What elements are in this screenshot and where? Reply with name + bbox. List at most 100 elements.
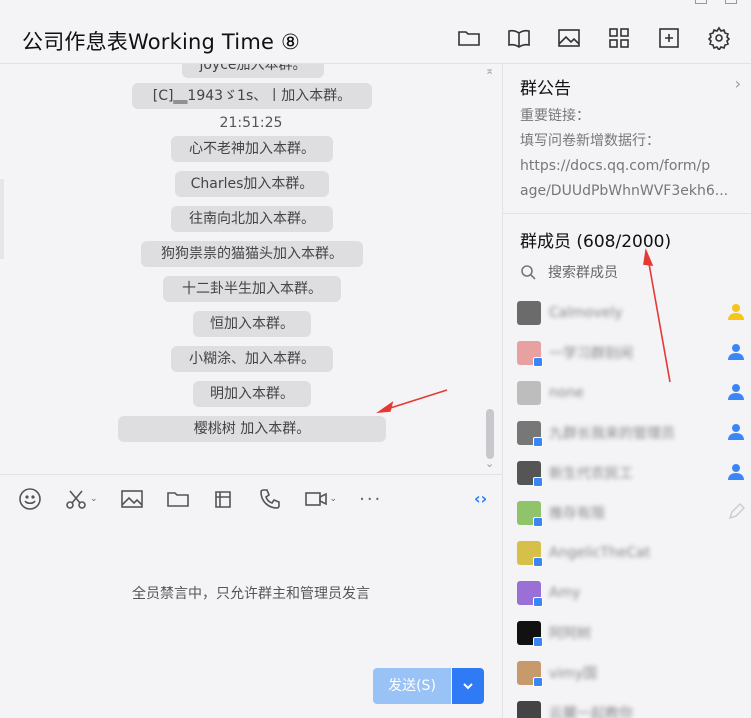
chevron-down-icon — [463, 683, 473, 690]
member-row[interactable]: vimy国 — [517, 660, 747, 687]
qq-group-chat-window: 公司作息表Working Time ⑧ joyce加入本群。 [C]‗‗1943… — [0, 0, 751, 718]
compose-area: ⌄ ⌄ ··· ‹› 全员禁言中，只允许群主和管理员发言 发送(S) — [0, 474, 502, 718]
system-message: 小糊涂、加入本群。 — [171, 346, 333, 372]
gear-icon[interactable] — [703, 24, 735, 52]
message-area[interactable]: joyce加入本群。 [C]‗‗1943ゞ1s、丨加入本群。 21:51:25 … — [0, 64, 502, 474]
book-icon[interactable] — [503, 24, 535, 52]
member-row[interactable]: 推存有限 — [517, 500, 747, 527]
avatar[interactable] — [517, 581, 543, 607]
member-name: 推存有限 — [549, 506, 605, 522]
device-badge-icon — [533, 677, 543, 687]
notice-title[interactable]: 群公告 — [520, 74, 571, 99]
admin-icon — [727, 423, 747, 443]
compose-toolbar: ⌄ ⌄ ··· — [18, 485, 404, 513]
member-name: Calmovely — [549, 305, 623, 321]
edit-icon[interactable] — [727, 503, 747, 523]
send-button[interactable]: 发送(S) — [373, 668, 451, 704]
message-timestamp: 21:51:25 — [219, 115, 283, 131]
notice-content[interactable]: 重要链接： 填写问卷新增数据行： https://docs.qq.com/for… — [520, 104, 744, 204]
phone-icon[interactable] — [258, 485, 282, 513]
image-icon[interactable] — [120, 485, 144, 513]
member-row[interactable]: 一学习群别闲 — [517, 340, 747, 367]
left-edge — [0, 179, 4, 259]
member-name: none — [549, 385, 584, 401]
device-badge-icon — [533, 477, 543, 487]
member-row[interactable]: none — [517, 380, 747, 406]
minimize-icon[interactable] — [695, 0, 707, 4]
chevron-down-icon[interactable]: ⌄ — [330, 494, 338, 504]
collapse-panel-icon[interactable]: ‹› — [474, 489, 487, 508]
member-row[interactable]: 阿阿树 — [517, 620, 747, 647]
panel-section-divider — [503, 213, 751, 214]
device-badge-icon — [533, 517, 543, 527]
device-badge-icon — [533, 557, 543, 567]
screenshot-icon[interactable] — [212, 485, 236, 513]
chat-header: 公司作息表Working Time ⑧ — [0, 0, 751, 64]
member-search-input[interactable]: 搜索群成员 — [548, 262, 618, 282]
avatar[interactable] — [517, 381, 541, 405]
member-name: 云麓一起教你 — [549, 706, 633, 718]
admin-icon — [727, 383, 747, 403]
maximize-icon[interactable] — [725, 0, 737, 4]
member-row[interactable]: AngelicTheCat — [517, 540, 747, 567]
search-icon — [521, 265, 536, 280]
notice-line: age/DUUdPbWhnWVF3ekh6... — [520, 183, 729, 199]
device-badge-icon — [533, 437, 543, 447]
member-row[interactable]: 新生代农民工 — [517, 460, 747, 487]
window-controls — [681, 0, 751, 10]
scroll-down-icon[interactable]: ⌄ — [485, 457, 494, 470]
notice-line: https://docs.qq.com/form/p — [520, 158, 711, 174]
more-icon[interactable]: ··· — [359, 485, 382, 513]
system-message: 明加入本群。 — [193, 381, 311, 407]
emoji-icon[interactable] — [18, 485, 42, 513]
member-row[interactable]: 九群长我来的管理员 — [517, 420, 747, 447]
scissors-icon[interactable]: ⌄ — [64, 485, 98, 513]
notice-line: 填写问卷新增数据行： — [520, 133, 660, 149]
system-message: 樱桃树 加入本群。 — [118, 416, 386, 442]
avatar[interactable] — [517, 301, 541, 325]
chevron-right-icon[interactable]: › — [735, 74, 741, 93]
folder-icon[interactable] — [166, 485, 190, 513]
mute-notice: 全员禁言中，只允许群主和管理员发言 — [132, 586, 370, 602]
admin-icon — [727, 343, 747, 363]
member-search[interactable]: 搜索群成员 — [520, 262, 618, 282]
header-toolbar — [453, 24, 735, 52]
video-icon[interactable]: ⌄ — [304, 485, 338, 513]
system-message: Charles加入本群。 — [175, 171, 329, 197]
folder-icon[interactable] — [453, 24, 485, 52]
avatar[interactable] — [517, 621, 543, 647]
system-message: 往南向北加入本群。 — [171, 206, 333, 232]
avatar[interactable] — [517, 341, 543, 367]
member-name: 新生代农民工 — [549, 466, 633, 482]
notice-line: 重要链接： — [520, 108, 590, 124]
member-row[interactable]: Amy — [517, 580, 747, 607]
member-name: 一学习群别闲 — [549, 346, 633, 362]
system-message: 心不老神加入本群。 — [171, 136, 333, 162]
member-name: Amy — [549, 585, 581, 601]
system-message: joyce加入本群。 — [182, 64, 324, 78]
member-row[interactable]: 云麓一起教你 — [517, 700, 747, 718]
avatar[interactable] — [517, 541, 543, 567]
system-message: 恒加入本群。 — [193, 311, 311, 337]
group-title[interactable]: 公司作息表Working Time ⑧ — [22, 26, 300, 56]
avatar[interactable] — [517, 461, 543, 487]
scroll-up-icon[interactable]: ⌅ — [485, 64, 494, 77]
device-badge-icon — [533, 637, 543, 647]
system-message: [C]‗‗1943ゞ1s、丨加入本群。 — [132, 83, 372, 109]
avatar[interactable] — [517, 421, 543, 447]
avatar[interactable] — [517, 501, 543, 527]
member-row[interactable]: Calmovely — [517, 300, 747, 326]
members-title: 群成员 (608/2000) — [520, 232, 672, 252]
apps-icon[interactable] — [603, 24, 635, 52]
image-icon[interactable] — [553, 24, 585, 52]
avatar[interactable] — [517, 701, 541, 718]
system-message: 狗狗祟祟的猫猫头加入本群。 — [141, 241, 363, 267]
system-message: 十二卦半生加入本群。 — [163, 276, 341, 302]
admin-icon — [727, 463, 747, 483]
avatar[interactable] — [517, 661, 543, 687]
send-options-button[interactable] — [452, 668, 484, 704]
device-badge-icon — [533, 357, 543, 367]
add-box-icon[interactable] — [653, 24, 685, 52]
chat-scrollbar[interactable] — [486, 409, 494, 459]
chevron-down-icon[interactable]: ⌄ — [90, 494, 98, 504]
